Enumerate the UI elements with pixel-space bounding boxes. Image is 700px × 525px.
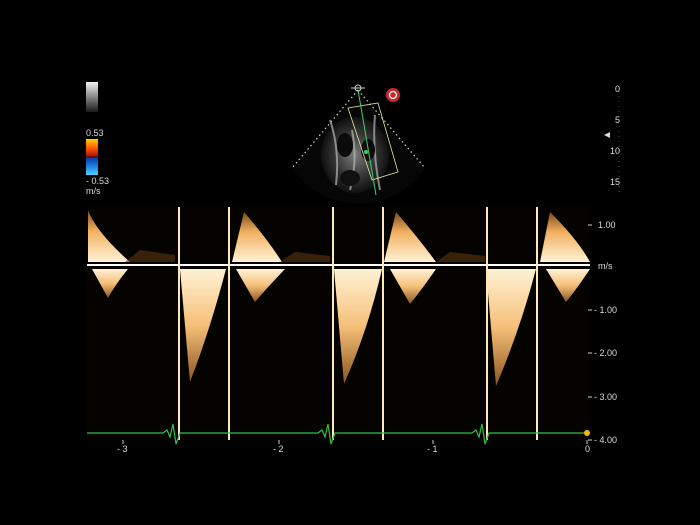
- velocity-tick-label: 1.00: [598, 220, 616, 230]
- depth-tick-label: 5: [614, 115, 620, 125]
- depth-tick-label: 0: [614, 84, 620, 94]
- velocity-tick-label: - 1.00: [594, 305, 618, 315]
- velocity-tick-label: - 4.00: [594, 435, 618, 445]
- velocity-unit-label: m/s: [598, 261, 613, 271]
- 2d-sector-image: [291, 84, 426, 204]
- velocity-tick-label: - 2.00: [594, 348, 618, 358]
- ecg-end-marker-icon: [584, 430, 590, 436]
- time-tick-label: - 2: [273, 444, 284, 454]
- orientation-marker-icon: [386, 88, 400, 102]
- time-axis-ticks: [122, 440, 588, 444]
- ultrasound-display: [87, 84, 620, 445]
- velocity-tick-label: - 3.00: [594, 392, 618, 402]
- depth-tick-label: 10: [609, 146, 620, 156]
- focus-marker-icon: [604, 132, 610, 138]
- time-tick-label: - 3: [117, 444, 128, 454]
- time-tick-label: - 1: [427, 444, 438, 454]
- time-tick-label: 0: [585, 444, 591, 454]
- depth-tick-label: 15: [609, 177, 620, 187]
